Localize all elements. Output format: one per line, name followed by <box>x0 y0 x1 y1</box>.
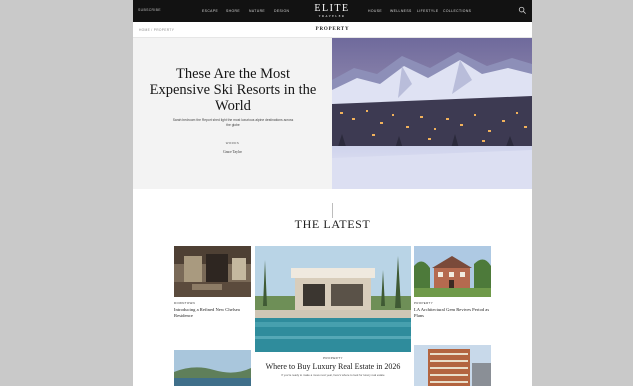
ski-resort-image <box>332 38 532 189</box>
search-icon[interactable] <box>518 6 527 15</box>
card-image-coast[interactable] <box>174 350 251 386</box>
nav-wellness[interactable]: WELLNESS <box>390 9 412 13</box>
nav-shore[interactable]: SHORE <box>226 9 240 13</box>
latest-heading: THE LATEST <box>294 217 371 231</box>
top-nav: SUBSCRIBE ESCAPE SHORE NATURE DESIGN ELI… <box>133 0 532 22</box>
card-kicker: DOWNTOWN <box>174 301 196 305</box>
nav-collections[interactable]: COLLECTIONS <box>443 9 471 13</box>
featured-dek: If you're ready to make a move next year… <box>281 373 385 377</box>
logo-sub: TRAVELER <box>318 14 346 18</box>
byline-author[interactable]: Grace Taylor <box>133 150 332 154</box>
featured-title[interactable]: Where to Buy Luxury Real Estate in 2026 <box>255 362 411 371</box>
villa-image <box>255 246 411 352</box>
hero-text-panel: These Are the Most Expensive Ski Resorts… <box>133 38 332 189</box>
section-divider <box>332 203 333 218</box>
subscribe-link[interactable]: SUBSCRIBE <box>138 8 161 12</box>
nav-escape[interactable]: ESCAPE <box>202 9 218 13</box>
house-image <box>414 246 491 297</box>
site-logo[interactable]: ELITE TRAVELER <box>310 3 354 19</box>
section-title: PROPERTY <box>315 27 350 32</box>
page: SUBSCRIBE ESCAPE SHORE NATURE DESIGN ELI… <box>133 0 532 386</box>
nav-design[interactable]: DESIGN <box>274 9 289 13</box>
hero-article: These Are the Most Expensive Ski Resorts… <box>133 38 532 189</box>
nav-house[interactable]: HOUSE <box>368 9 382 13</box>
hero-title[interactable]: These Are the Most Expensive Ski Resorts… <box>149 66 317 114</box>
card-image-interior[interactable] <box>174 246 251 297</box>
card-title[interactable]: LA Architectural Gem Revives Period as P… <box>414 307 492 318</box>
nav-lifestyle[interactable]: LIFESTYLE <box>417 9 439 13</box>
nav-nature[interactable]: NATURE <box>249 9 265 13</box>
featured-kicker: PROPERTY <box>323 356 343 360</box>
card-image-tower[interactable] <box>414 345 491 386</box>
byline-label: WORDS <box>225 141 240 145</box>
card-kicker: PROPERTY <box>414 301 434 305</box>
interior-image <box>174 246 251 297</box>
card-title[interactable]: Introducing a Refined New Chelsea Reside… <box>174 307 252 318</box>
featured-image[interactable] <box>255 246 411 352</box>
tower-image <box>414 345 491 386</box>
hero-image[interactable] <box>332 38 532 189</box>
card-image-house[interactable] <box>414 246 491 297</box>
section-header: HOME / PROPERTY PROPERTY <box>133 22 532 38</box>
hero-dek: Sarah bedroom the Report shed light the … <box>172 118 294 127</box>
logo-main: ELITE <box>314 3 350 14</box>
coast-image <box>174 350 251 386</box>
